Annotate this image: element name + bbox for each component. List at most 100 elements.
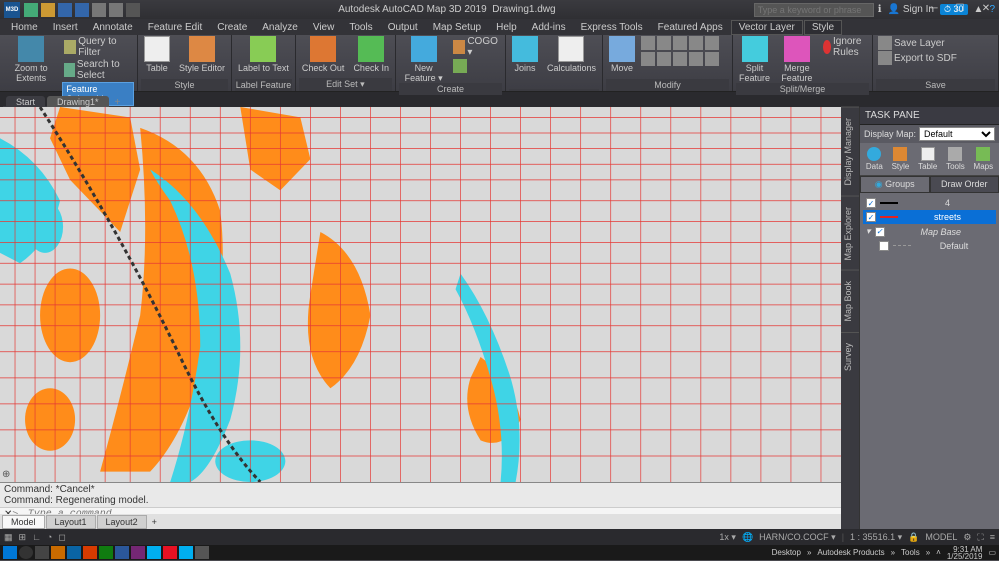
tb-app-9[interactable] — [179, 546, 193, 559]
sb-anno-scale[interactable]: 1x ▾ — [719, 532, 736, 543]
export-sdf-button[interactable]: Export to SDF — [876, 51, 959, 65]
submenu-style[interactable]: Style — [804, 20, 842, 35]
tb-app-3[interactable] — [83, 546, 97, 559]
modify-tool-6[interactable] — [641, 52, 655, 66]
menu-create[interactable]: Create — [210, 21, 254, 34]
move-button[interactable]: Move — [606, 36, 638, 73]
task-view-icon[interactable] — [35, 546, 49, 559]
menu-home[interactable]: Home — [4, 21, 45, 34]
cogo-dropdown[interactable]: COGO ▾ — [451, 36, 502, 58]
saveas-icon[interactable] — [75, 3, 89, 17]
layer-streets[interactable]: ✓streets — [863, 210, 996, 224]
plot-icon[interactable] — [126, 3, 140, 17]
menu-analyze[interactable]: Analyze — [255, 21, 305, 34]
cortana-icon[interactable] — [19, 546, 33, 559]
joins-button[interactable]: Joins — [509, 36, 541, 73]
layer-4[interactable]: ✓4 — [863, 196, 996, 210]
tp-maps-button[interactable]: Maps — [974, 147, 994, 171]
tab-model[interactable]: Model — [2, 515, 45, 529]
modify-tool-8[interactable] — [673, 52, 687, 66]
sb-grid-icon[interactable]: ▦ — [4, 532, 13, 543]
sb-lock-icon[interactable]: 🔒 — [908, 532, 919, 543]
sb-max-icon[interactable]: ⛶ — [977, 532, 983, 543]
menu-tools[interactable]: Tools — [342, 21, 379, 34]
minimize-button[interactable]: ─ — [921, 0, 947, 17]
modify-tool-5[interactable] — [705, 36, 719, 50]
create-tool-2[interactable] — [451, 59, 502, 73]
checkbox-icon[interactable] — [879, 241, 889, 251]
menu-express[interactable]: Express Tools — [574, 21, 650, 34]
tp-tab-groups[interactable]: ◉ Groups — [860, 176, 930, 193]
submenu-vector-layer[interactable]: Vector Layer — [731, 20, 803, 35]
undo-icon[interactable] — [92, 3, 106, 17]
sb-osnap-icon[interactable]: ◻ — [58, 532, 65, 543]
display-map-select[interactable]: Default — [919, 127, 995, 141]
start-button[interactable] — [3, 546, 17, 559]
tb-app-4[interactable] — [99, 546, 113, 559]
modify-tool-3[interactable] — [673, 36, 687, 50]
tb-autodesk-toolbar[interactable]: Autodesk Products — [817, 548, 884, 557]
modify-tool-2[interactable] — [657, 36, 671, 50]
open-icon[interactable] — [41, 3, 55, 17]
sb-globe-icon[interactable]: 🌐 — [742, 532, 753, 543]
modify-tool-1[interactable] — [641, 36, 655, 50]
tp-data-button[interactable]: Data — [866, 147, 883, 171]
maximize-button[interactable]: ☐ — [947, 0, 973, 17]
save-icon[interactable] — [58, 3, 72, 17]
menu-insert[interactable]: Insert — [46, 21, 85, 34]
modify-tool-9[interactable] — [689, 52, 703, 66]
tab-layout1[interactable]: Layout1 — [46, 515, 96, 529]
help-search-input[interactable] — [754, 3, 874, 17]
tp-table-button[interactable]: Table — [918, 147, 937, 171]
menu-output[interactable]: Output — [381, 21, 425, 34]
save-layer-button[interactable]: Save Layer — [876, 36, 959, 50]
tb-app-6[interactable] — [131, 546, 145, 559]
menu-featured-apps[interactable]: Featured Apps — [651, 21, 730, 34]
menu-view[interactable]: View — [306, 21, 342, 34]
add-layout-button[interactable]: + — [148, 517, 161, 527]
checkbox-icon[interactable]: ✓ — [866, 212, 876, 222]
close-button[interactable]: ✕ — [973, 0, 999, 17]
search-to-select-button[interactable]: Search to Select — [62, 59, 134, 81]
tp-tab-draw-order[interactable]: Draw Order — [930, 176, 999, 193]
menu-annotate[interactable]: Annotate — [86, 21, 140, 34]
zoom-to-extents-button[interactable]: Zoom to Extents — [3, 36, 59, 83]
layer-map-base[interactable]: ▾✓Map Base — [863, 224, 996, 239]
calculations-button[interactable]: Calculations — [544, 36, 599, 73]
side-tab-display-manager[interactable]: Display Manager — [841, 107, 859, 196]
expander-icon[interactable]: ▾ — [866, 226, 871, 237]
style-editor-button[interactable]: Style Editor — [176, 36, 228, 73]
tb-app-1[interactable] — [51, 546, 65, 559]
tray-up-icon[interactable]: ˄ — [936, 548, 941, 557]
tb-app-8[interactable] — [163, 546, 177, 559]
layer-default[interactable]: Default — [863, 239, 996, 253]
label-to-text-button[interactable]: Label to Text — [235, 36, 292, 73]
check-in-button[interactable]: Check In — [350, 36, 392, 73]
menu-help[interactable]: Help — [489, 21, 524, 34]
sb-gear-icon[interactable]: ⚙ — [963, 532, 971, 543]
tb-tools-toolbar[interactable]: Tools — [901, 548, 920, 557]
redo-icon[interactable] — [109, 3, 123, 17]
query-to-filter-button[interactable]: Query to Filter — [62, 36, 134, 58]
sb-scale[interactable]: 1 : 35516.1 ▾ — [850, 532, 902, 543]
new-feature-button[interactable]: New Feature ▾ — [399, 36, 448, 83]
drawing-canvas[interactable]: grid ⊕ — [0, 107, 841, 482]
info-icon[interactable]: ℹ — [878, 4, 882, 15]
tb-app-2[interactable] — [67, 546, 81, 559]
checkbox-icon[interactable]: ✓ — [875, 227, 885, 237]
menu-addins[interactable]: Add-ins — [525, 21, 573, 34]
tp-tools-button[interactable]: Tools — [946, 147, 965, 171]
tp-style-button[interactable]: Style — [892, 147, 910, 171]
modify-tool-4[interactable] — [689, 36, 703, 50]
sb-ortho-icon[interactable]: ∟ — [32, 532, 41, 542]
app-logo[interactable]: M3D — [4, 2, 20, 18]
checkbox-icon[interactable]: ✓ — [866, 198, 876, 208]
side-tab-survey[interactable]: Survey — [841, 332, 859, 381]
new-icon[interactable] — [24, 3, 38, 17]
tab-layout2[interactable]: Layout2 — [97, 515, 147, 529]
ignore-rules-button[interactable]: Ignore Rules — [821, 36, 869, 58]
menu-map-setup[interactable]: Map Setup — [426, 21, 488, 34]
sb-polar-icon[interactable]: ◔ — [47, 532, 52, 542]
tb-desktop-toolbar[interactable]: Desktop — [772, 548, 801, 557]
panel-title-editset[interactable]: Edit Set ▾ — [299, 78, 392, 91]
